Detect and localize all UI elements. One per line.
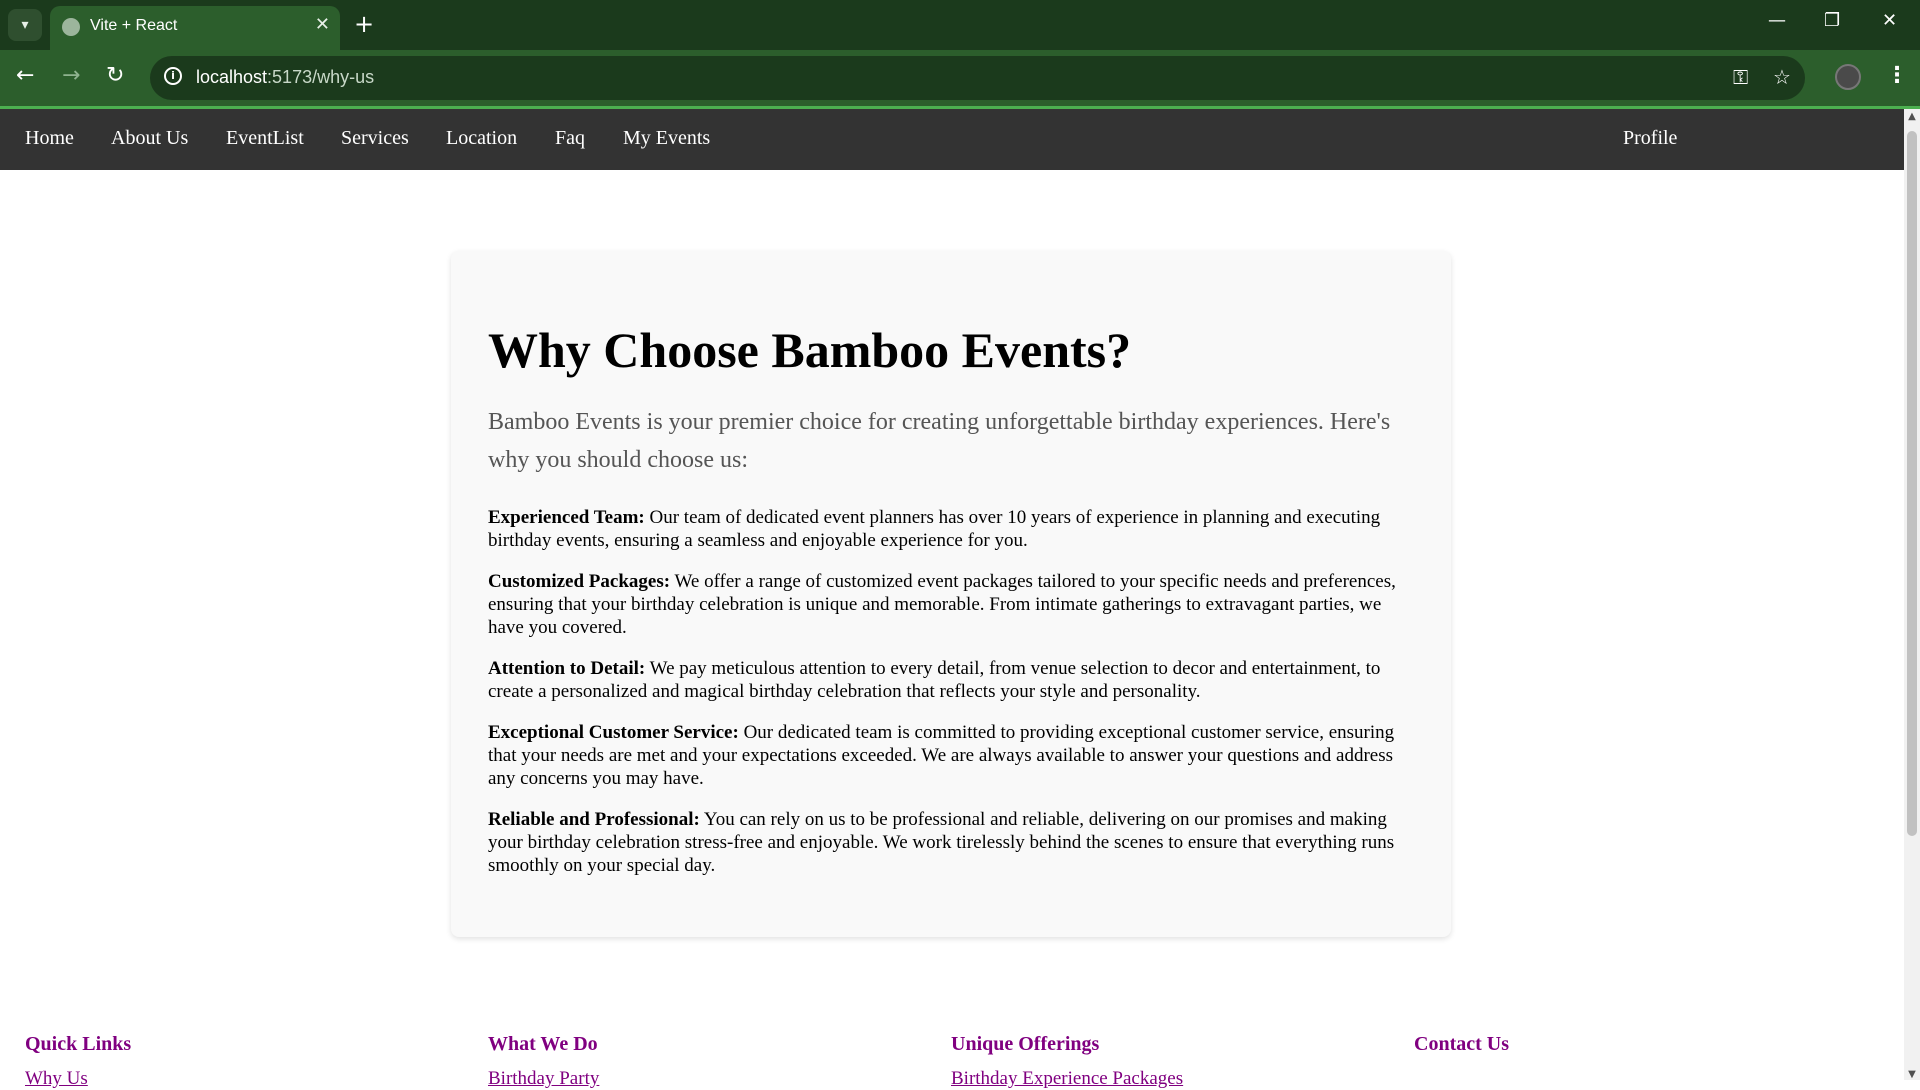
reason-title: Reliable and Professional: [488, 809, 700, 830]
browser-tab[interactable]: Vite + React ✕ [50, 6, 340, 50]
footer-link[interactable]: Birthday Party [488, 1068, 599, 1090]
reason-item: Attention to Detail: We pay meticulous a… [488, 657, 1418, 703]
reason-item: Experienced Team: Our team of dedicated … [488, 506, 1418, 552]
arrow-right-icon[interactable]: → [62, 64, 80, 88]
restore-icon[interactable]: ❐ [1824, 10, 1840, 31]
profile-avatar[interactable] [1835, 64, 1861, 90]
key-icon[interactable]: ⚿ [1733, 65, 1748, 89]
globe-icon [62, 18, 80, 36]
nav-link-faq[interactable]: Faq [555, 127, 585, 150]
nav-link-about-us[interactable]: About Us [111, 127, 188, 150]
reload-icon[interactable]: ↻ [106, 64, 124, 88]
reason-item: Customized Packages: We offer a range of… [488, 570, 1418, 639]
reason-item: Reliable and Professional: You can rely … [488, 808, 1418, 877]
footer-heading: What We Do [488, 1033, 598, 1055]
tab-title: Vite + React [90, 17, 178, 34]
why-us-card: Why Choose Bamboo Events? Bamboo Events … [451, 251, 1451, 937]
footer-column-what-we-do: What We Do Birthday Party [488, 1033, 599, 1090]
scroll-down-arrow-icon[interactable]: ▼ [1904, 1069, 1920, 1080]
scrollbar-thumb[interactable] [1907, 131, 1917, 836]
footer-link[interactable]: Birthday Experience Packages [951, 1068, 1183, 1090]
page-scrollbar[interactable]: ▲ ▼ [1904, 109, 1920, 1080]
footer-column-unique-offerings: Unique Offerings Birthday Experience Pac… [951, 1033, 1183, 1090]
nav-link-profile[interactable]: Profile [1623, 127, 1677, 150]
reason-title: Attention to Detail: [488, 658, 646, 679]
footer-heading: Quick Links [25, 1033, 132, 1055]
arrow-left-icon[interactable]: ← [16, 64, 34, 88]
footer-heading: Contact Us [1414, 1033, 1509, 1055]
reason-title: Experienced Team: [488, 507, 645, 528]
close-icon[interactable]: ✕ [1882, 10, 1897, 31]
browser-toolbar: ← → ↻ i localhost:5173/why-us ⚿ ☆ ⋮ [0, 50, 1920, 106]
nav-link-location[interactable]: Location [446, 127, 517, 150]
star-icon[interactable]: ☆ [1773, 65, 1791, 89]
nav-link-home[interactable]: Home [25, 127, 74, 150]
chevron-down-icon[interactable]: ▾ [8, 9, 42, 41]
url-path: :5173/why-us [267, 67, 375, 87]
reason-title: Exceptional Customer Service: [488, 722, 739, 743]
nav-link-my-events[interactable]: My Events [623, 127, 710, 150]
url-text[interactable]: localhost:5173/why-us [196, 67, 374, 88]
footer-link[interactable]: Why Us [25, 1068, 131, 1090]
page-title: Why Choose Bamboo Events? [488, 322, 1132, 378]
footer-column-quick-links: Quick Links Why Us [25, 1033, 131, 1090]
reasons-list: Experienced Team: Our team of dedicated … [488, 506, 1418, 895]
url-host: localhost [196, 67, 268, 87]
scroll-up-arrow-icon[interactable]: ▲ [1904, 111, 1920, 122]
close-icon[interactable]: ✕ [315, 14, 330, 35]
plus-icon[interactable]: + [354, 10, 374, 38]
browser-tab-bar: ▾ Vite + React ✕ + — ❐ ✕ [0, 0, 1920, 50]
more-vertical-icon[interactable]: ⋮ [1886, 62, 1908, 90]
reason-title: Customized Packages: [488, 571, 671, 592]
footer-column-contact-us: Contact Us [1414, 1033, 1509, 1056]
intro-text: Bamboo Events is your premier choice for… [488, 409, 1391, 473]
reason-item: Exceptional Customer Service: Our dedica… [488, 721, 1418, 790]
nav-link-eventlist[interactable]: EventList [226, 127, 304, 150]
site-navbar: Home About Us EventList Services Locatio… [0, 109, 1904, 170]
nav-link-services[interactable]: Services [341, 127, 409, 150]
address-bar[interactable]: i localhost:5173/why-us ⚿ ☆ [150, 56, 1805, 100]
info-icon[interactable]: i [164, 67, 182, 85]
minimize-icon[interactable]: — [1768, 10, 1786, 31]
footer-heading: Unique Offerings [951, 1033, 1100, 1055]
